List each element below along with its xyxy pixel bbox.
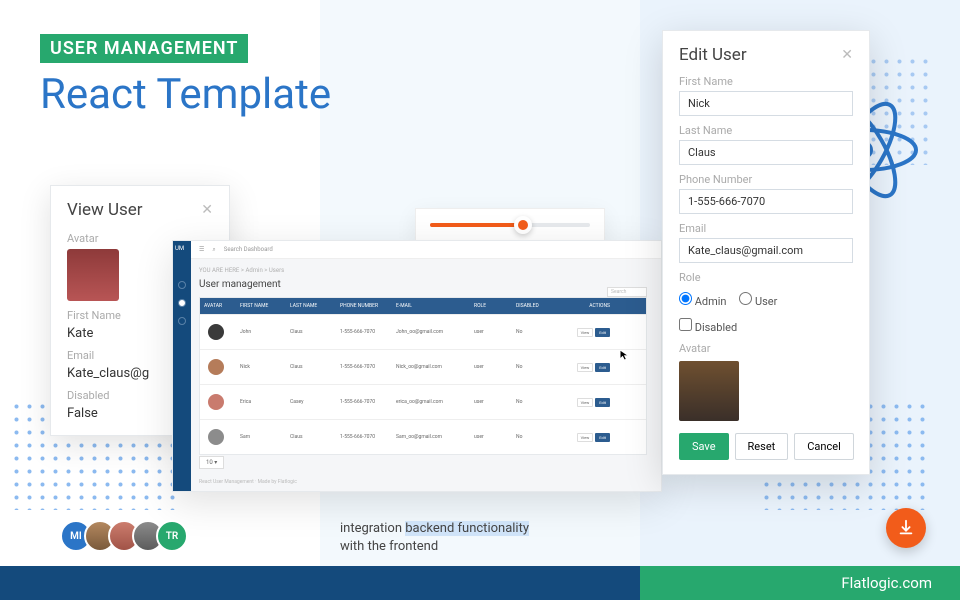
- view-button[interactable]: View: [577, 363, 594, 372]
- hero-title: React Template: [40, 70, 331, 119]
- nav-item[interactable]: [178, 281, 186, 289]
- role-user-radio[interactable]: User: [739, 295, 777, 308]
- last-name-field[interactable]: [679, 140, 853, 165]
- role-admin-radio[interactable]: Admin: [679, 295, 727, 308]
- page-title: User management: [199, 279, 281, 290]
- sidebar: UM: [173, 241, 191, 491]
- edit-user-panel: Edit User ✕ First Name Last Name Phone N…: [662, 30, 870, 475]
- email-field[interactable]: [679, 238, 853, 263]
- search-icon[interactable]: ⌕: [212, 246, 215, 254]
- reset-button[interactable]: Reset: [735, 433, 789, 460]
- dashboard-window: UM ☰ ⌕ Search Dashboard YOU ARE HERE > A…: [172, 240, 662, 492]
- phone-field[interactable]: [679, 189, 853, 214]
- nav-item[interactable]: [178, 317, 186, 325]
- close-icon[interactable]: ✕: [841, 47, 853, 63]
- email-label: Email: [679, 222, 853, 235]
- breadcrumb: YOU ARE HERE > Admin > Users: [199, 267, 284, 274]
- topbar: ☰ ⌕ Search Dashboard: [191, 241, 661, 259]
- table-row: SamClaus1-555-666-7070Sam_oo@gmail.comus…: [200, 419, 646, 454]
- caption-text: integration backend functionality with t…: [340, 520, 529, 556]
- avatar-label: Avatar: [679, 342, 853, 355]
- last-name-label: Last Name: [679, 124, 853, 137]
- phone-label: Phone Number: [679, 173, 853, 186]
- avatar-image: [67, 249, 119, 301]
- edit-button[interactable]: Edit: [595, 328, 610, 337]
- first-name-label: First Name: [679, 75, 853, 88]
- download-icon: [897, 519, 915, 537]
- slider-control[interactable]: [415, 208, 605, 242]
- avatar-stack: MI TR: [60, 520, 188, 552]
- footer-bar: Flatlogic.com: [0, 566, 960, 600]
- edit-button[interactable]: Edit: [595, 433, 610, 442]
- save-button[interactable]: Save: [679, 433, 729, 460]
- table-row: EricaCasey1-555-666-7070erica_oo@gmail.c…: [200, 384, 646, 419]
- users-table: AVATAR FIRST NAME LAST NAME PHONE NUMBER…: [199, 297, 647, 455]
- search-placeholder[interactable]: Search Dashboard: [224, 246, 273, 253]
- search-input[interactable]: Search: [607, 287, 647, 297]
- view-button[interactable]: View: [577, 328, 594, 337]
- avatar: TR: [156, 520, 188, 552]
- app-logo: UM: [173, 241, 186, 256]
- edit-user-title: Edit User: [679, 45, 747, 65]
- avatar-image[interactable]: [679, 361, 739, 421]
- first-name-field[interactable]: [679, 91, 853, 116]
- view-user-title: View User: [67, 200, 143, 220]
- menu-icon[interactable]: ☰: [199, 246, 204, 253]
- disabled-checkbox[interactable]: Disabled: [679, 321, 737, 334]
- download-button[interactable]: [886, 508, 926, 548]
- brand-label: Flatlogic.com: [640, 566, 960, 600]
- page-size-select[interactable]: 10 ▾: [199, 456, 224, 469]
- cancel-button[interactable]: Cancel: [794, 433, 853, 460]
- edit-button[interactable]: Edit: [595, 363, 610, 372]
- view-button[interactable]: View: [577, 433, 594, 442]
- nav-item-active[interactable]: [178, 299, 186, 307]
- hero-badge: USER MANAGEMENT: [40, 34, 248, 63]
- table-header: AVATAR FIRST NAME LAST NAME PHONE NUMBER…: [200, 298, 646, 314]
- role-label: Role: [679, 271, 853, 284]
- table-row: NickClaus1-555-666-7070Nick_oo@gmail.com…: [200, 349, 646, 384]
- table-row: JohnClaus1-555-666-7070John_oo@gmail.com…: [200, 314, 646, 349]
- slider-thumb[interactable]: [514, 216, 532, 234]
- edit-button[interactable]: Edit: [595, 398, 610, 407]
- dashboard-footer: React User Management · Made by Flatlogi…: [199, 479, 297, 485]
- close-icon[interactable]: ✕: [201, 202, 213, 218]
- view-button[interactable]: View: [577, 398, 594, 407]
